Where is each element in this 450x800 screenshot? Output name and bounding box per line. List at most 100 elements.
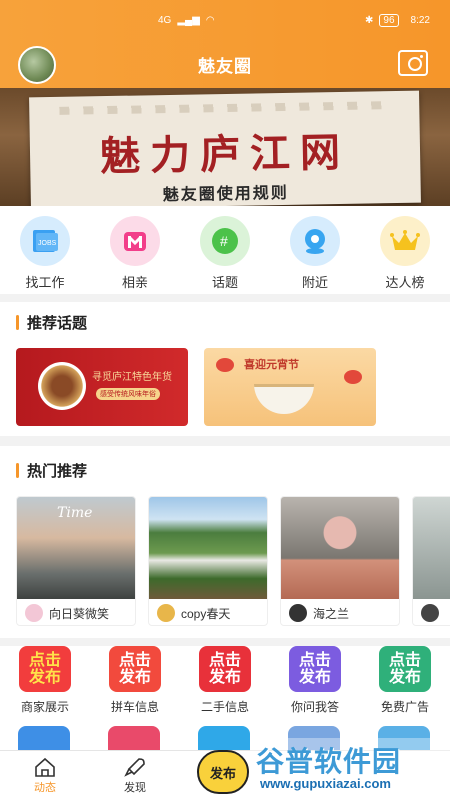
pub-icon-text: 发布 <box>118 669 151 686</box>
lantern-icon <box>216 358 234 372</box>
avatar <box>289 604 307 622</box>
publish-label: 商家展示 <box>20 700 69 714</box>
user-avatar[interactable] <box>18 46 56 84</box>
pub-icon-text: 点击 <box>208 652 241 669</box>
topic-icon: # <box>200 216 250 266</box>
hot-card-image <box>149 497 267 599</box>
hot-card-user: 向日葵微笑 <box>49 606 110 621</box>
publish-secondhand[interactable]: 点击 发布 二手信息 <box>185 646 265 720</box>
hot-card[interactable]: Time 向日葵微笑 <box>16 496 136 626</box>
publish-label: 你问我答 <box>290 700 339 714</box>
hot-card-footer: 向日葵微笑 <box>17 599 135 625</box>
section-title: 推荐话题 <box>0 302 450 342</box>
status-bar: 4G ▂▄▆ ◠ ✱ 96 8:22 <box>0 0 450 40</box>
publish-label: 拼车信息 <box>110 700 159 714</box>
svg-text:#: # <box>220 233 228 249</box>
quicknav-label: 达人榜 <box>385 275 425 290</box>
camera-icon[interactable] <box>398 50 428 76</box>
nearby-icon <box>290 216 340 266</box>
hot-card[interactable] <box>412 496 450 626</box>
click-publish-icon: 点击 发布 <box>109 646 161 692</box>
banner-paper: 魅力庐江网 魅友圈使用规则 <box>29 90 421 206</box>
topic-card-subtext: 感受传统风味年俗 <box>96 388 160 400</box>
publish-qa[interactable]: 点击 发布 你问我答 <box>275 646 355 720</box>
banner-title: 魅力庐江网 <box>99 128 351 181</box>
watermark-brand: 谷普软件园 <box>256 746 402 777</box>
click-publish-icon: 点击 发布 <box>379 646 431 692</box>
hot-card[interactable]: copy春天 <box>148 496 268 626</box>
avatar <box>421 604 439 622</box>
food-plate-image <box>38 362 86 410</box>
hot-card-list: Time 向日葵微笑 copy春天 海之兰 <box>0 490 450 626</box>
topic-card[interactable]: 寻觅庐江特色年货 感受传统风味年俗 <box>16 348 188 426</box>
pub-icon-text: 发布 <box>28 669 61 686</box>
jobs-icon: JOBS <box>20 216 70 266</box>
site-watermark: 谷普软件园 www.gupuxiazai.com <box>250 738 450 800</box>
publish-category-grid: 点击 发布 商家展示 点击 发布 拼车信息 点击 发布 二手信息 点击 发布 你… <box>0 646 450 720</box>
quicknav-jobs[interactable]: JOBS 找工作 <box>5 216 85 294</box>
topic-card-text: 寻觅庐江特色年货 <box>92 372 172 383</box>
lantern-icon <box>344 370 362 384</box>
pub-icon-text: 发布 <box>298 669 331 686</box>
page-title: 魅友圈 <box>198 56 252 76</box>
publish-free-ad[interactable]: 点击 发布 免费广告 <box>365 646 445 720</box>
hot-card[interactable]: 海之兰 <box>280 496 400 626</box>
quick-nav: JOBS 找工作 相亲 # 话题 附近 达人榜 <box>0 206 450 294</box>
recommended-topics-section: 推荐话题 寻觅庐江特色年货 感受传统风味年俗 喜迎元宵节 <box>0 302 450 436</box>
status-icons: 4G ▂▄▆ ◠ <box>158 15 215 26</box>
hot-card-image: Time <box>17 497 135 599</box>
quicknav-topic[interactable]: # 话题 <box>185 216 265 294</box>
quicknav-label: 找工作 <box>25 275 65 290</box>
rocket-icon <box>124 757 145 777</box>
click-publish-icon: 点击 发布 <box>289 646 341 692</box>
nav-label: 发现 <box>124 781 146 794</box>
image-overlay-text: Time <box>57 505 93 521</box>
publish-label: 免费广告 <box>380 700 429 714</box>
avatar <box>157 604 175 622</box>
nav-discover[interactable]: 发现 <box>90 757 180 795</box>
topic-card-text: 喜迎元宵节 <box>244 359 299 371</box>
topic-card[interactable]: 喜迎元宵节 <box>204 348 376 426</box>
hot-card-image <box>413 497 450 599</box>
status-right: ✱ 96 8:22 <box>365 13 430 27</box>
network-indicator: 4G <box>158 14 172 26</box>
clock: 8:22 <box>410 14 430 26</box>
quicknav-ranking[interactable]: 达人榜 <box>365 216 445 294</box>
tangyuan-bowl-image <box>254 384 314 414</box>
crown-icon <box>380 216 430 266</box>
nav-feed[interactable]: 动态 <box>0 757 90 795</box>
hot-card-footer: 海之兰 <box>281 599 399 625</box>
quicknav-dating[interactable]: 相亲 <box>95 216 175 294</box>
svg-text:JOBS: JOBS <box>38 240 57 247</box>
pub-icon-text: 点击 <box>118 652 151 669</box>
pub-icon-text: 发布 <box>388 669 421 686</box>
rules-banner[interactable]: 魅力庐江网 魅友圈使用规则 <box>0 88 450 206</box>
watermark-url: www.gupuxiazai.com <box>260 776 391 791</box>
pub-icon-text: 发布 <box>208 669 241 686</box>
quicknav-nearby[interactable]: 附近 <box>275 216 355 294</box>
signal-icon: ▂▄▆ <box>177 14 200 26</box>
education-icon[interactable] <box>108 726 160 750</box>
publish-carpool[interactable]: 点击 发布 拼车信息 <box>95 646 175 720</box>
nav-label: 动态 <box>34 781 56 794</box>
publish-button[interactable]: 发布 <box>197 750 249 794</box>
hot-recommendations-section: 热门推荐 Time 向日葵微笑 copy春天 海之兰 <box>0 446 450 638</box>
quicknav-label: 附近 <box>301 275 328 290</box>
pub-icon-text: 点击 <box>298 652 331 669</box>
publish-merchant[interactable]: 点击 发布 商家展示 <box>5 646 85 720</box>
dating-icon <box>110 216 160 266</box>
wifi-icon: ◠ <box>205 14 215 26</box>
hot-card-user: copy春天 <box>181 606 231 621</box>
topic-list: 寻觅庐江特色年货 感受传统风味年俗 喜迎元宵节 <box>0 342 450 426</box>
click-publish-icon: 点击 发布 <box>199 646 251 692</box>
hot-card-image <box>281 497 399 599</box>
publish-label: 二手信息 <box>200 700 249 714</box>
bus-icon[interactable] <box>18 726 70 750</box>
section-title: 热门推荐 <box>0 450 450 490</box>
service-icon[interactable] <box>198 726 250 750</box>
title-bar: 魅友圈 <box>0 40 450 88</box>
hot-card-footer: copy春天 <box>149 599 267 625</box>
pub-icon-text: 点击 <box>28 652 61 669</box>
hot-card-footer <box>413 599 450 625</box>
battery-icon: 96 <box>379 13 399 27</box>
